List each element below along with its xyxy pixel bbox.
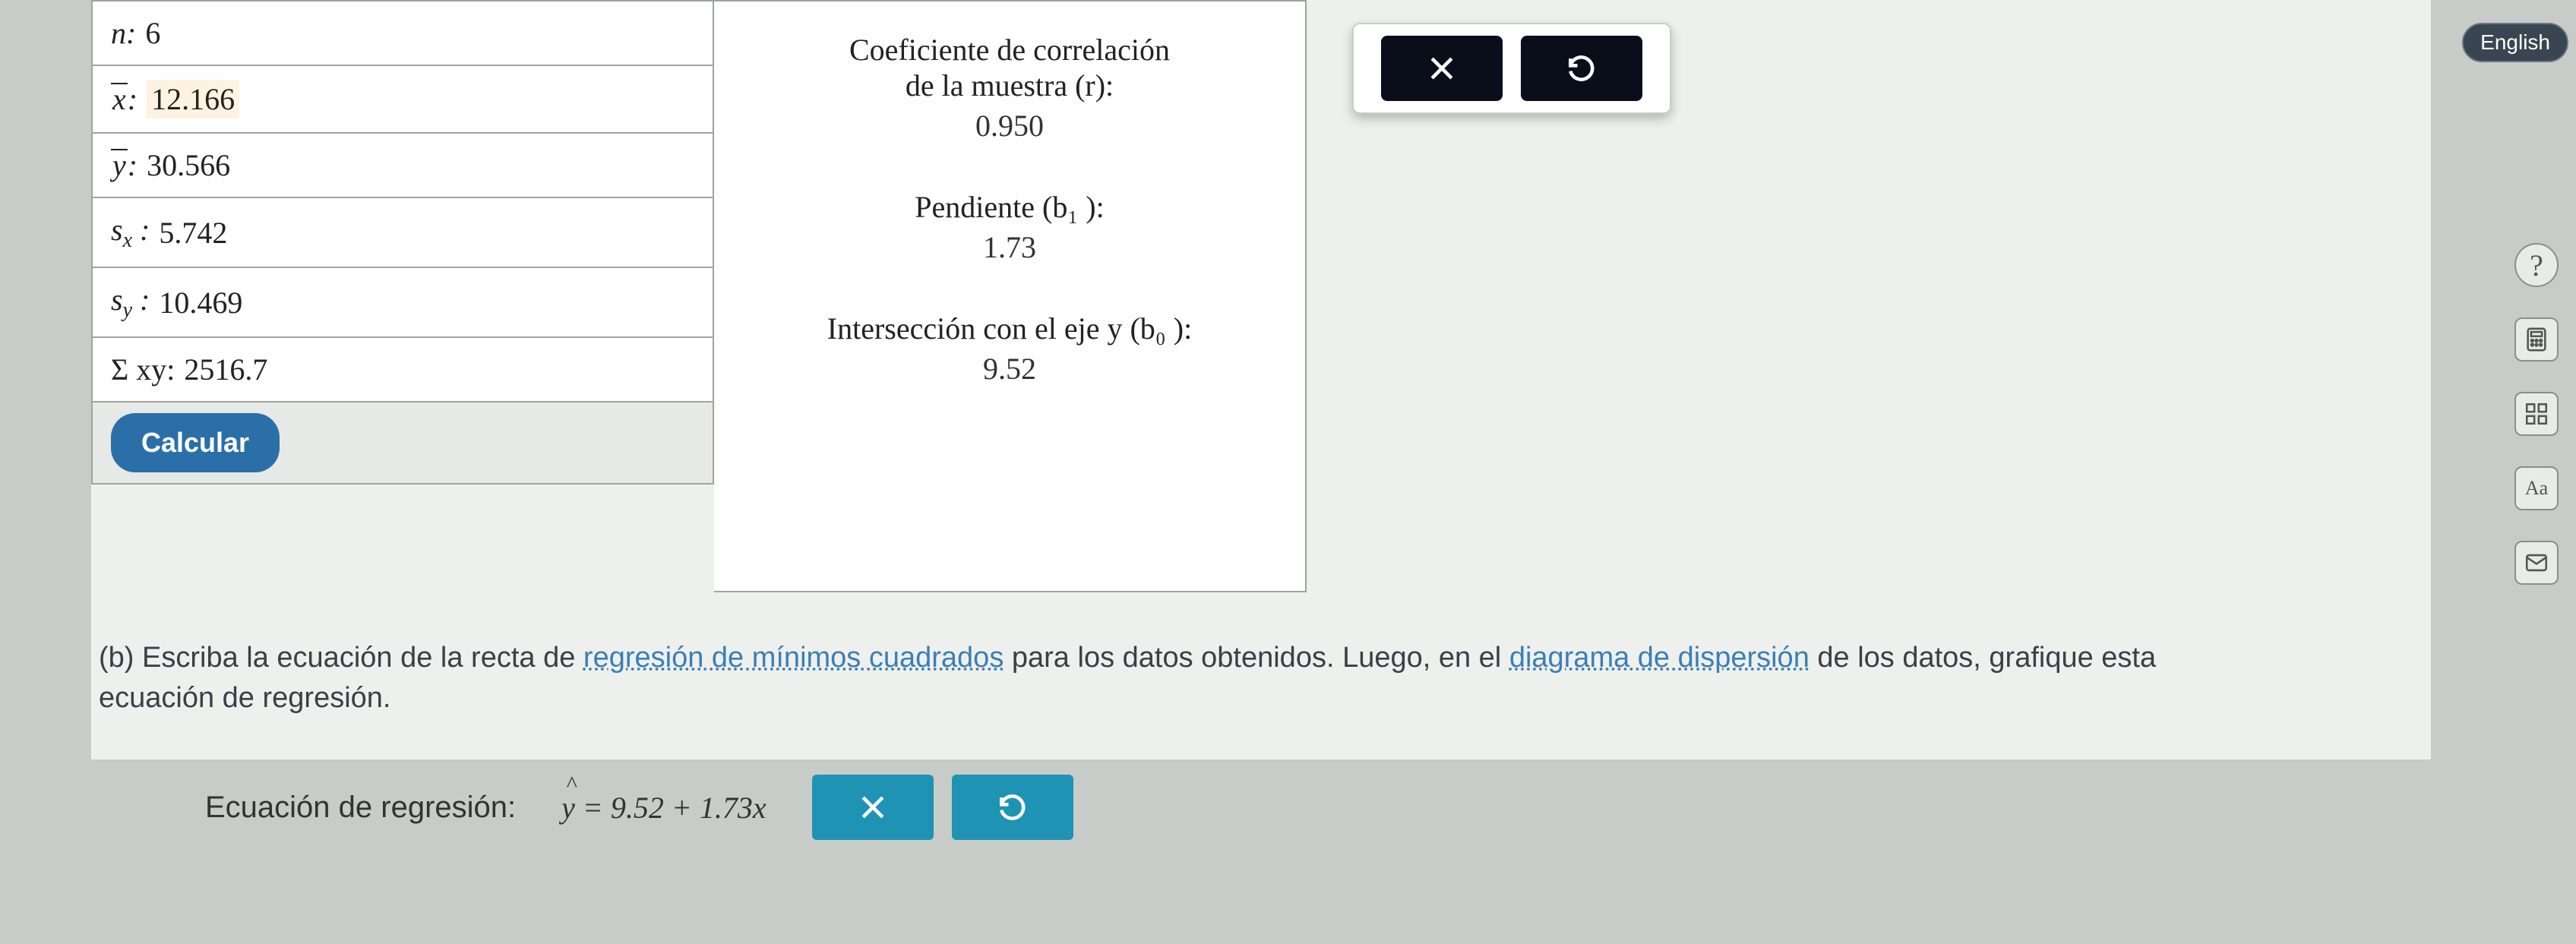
help-button[interactable]: ? [2514,243,2559,287]
mail-button[interactable] [2514,541,2559,585]
link-regression[interactable]: regresión de mínimos cuadrados [583,642,1004,674]
calc-row: Calcular [93,403,713,483]
part-label: (b) [99,642,134,674]
font-button[interactable]: Aa [2514,466,2559,510]
close-icon [1425,52,1459,85]
row-sy: sy : 10.469 [93,268,713,338]
sx-value: 5.742 [159,215,227,251]
question-b: (b) Escriba la ecuación de la recta de r… [99,638,2226,718]
r-value: 0.950 [729,108,1290,144]
eq-undo-button[interactable] [952,775,1073,840]
ybar-value: 30.566 [147,147,230,183]
undo-icon [1565,52,1598,85]
sy-value: 10.469 [159,285,242,320]
undo-button[interactable] [1521,36,1642,101]
sx-sub: x [123,229,132,252]
right-sidebar: ? Aa [2511,243,2562,585]
sumxy-value: 2516.7 [184,352,267,387]
result-b0: Intersección con el eje y (b₀ ): 9.52 [729,311,1290,387]
ybar-label: y [111,149,128,181]
q-text-2: para los datos obtenidos. Luego, en el [1004,642,1509,674]
row-ybar: y: 30.566 [93,134,713,198]
row-n: n: 6 [93,2,713,66]
n-value: 6 [145,15,160,51]
equation-expr: y = 9.52 + 1.73x [561,790,766,826]
equation-row: Ecuación de regresión: y = 9.52 + 1.73x [205,775,1073,840]
mail-icon [2524,550,2549,576]
answer-feedback-controls [1352,23,1671,114]
xbar-label: x [111,83,128,115]
row-xbar: x: 12.166 [93,66,713,134]
result-b1: Pendiente (b₁ ): 1.73 [729,189,1290,265]
q-text-1: Escriba la ecuación de la recta de [142,642,583,674]
equation-rhs: = 9.52 + 1.73x [583,791,766,825]
sy-sub: y [123,298,132,322]
r-label-1: Coeficiente de correlación [729,32,1290,68]
b0-label: Intersección con el eje y (b₀ ): [729,311,1290,346]
sy-base: s [111,283,123,317]
language-toggle[interactable]: English [2462,23,2568,62]
grid-icon [2524,401,2549,427]
n-label: n [111,16,126,50]
sumxy-label: Σ xy [111,352,166,387]
statistics-table: n: 6 x: 12.166 y: 30.566 sx : 5.742 sy :… [91,0,714,485]
link-scatterplot[interactable]: diagrama de dispersión [1509,642,1810,674]
row-sx: sx : 5.742 [93,198,713,268]
equation-controls [812,775,1073,840]
r-label-2: de la muestra (r): [729,68,1290,103]
sx-base: s [111,213,123,247]
b0-value: 9.52 [729,351,1290,387]
undo-icon [996,791,1029,824]
eq-close-button[interactable] [812,775,934,840]
equation-label: Ecuación de regresión: [205,791,516,825]
result-r: Coeficiente de correlación de la muestra… [729,32,1290,144]
calculator-icon [2524,327,2549,352]
close-button[interactable] [1381,36,1503,101]
results-panel: Coeficiente de correlación de la muestra… [714,0,1307,592]
grid-button[interactable] [2514,392,2559,436]
calculate-button[interactable]: Calcular [111,413,280,472]
b1-label: Pendiente (b₁ ): [729,189,1290,225]
b1-value: 1.73 [729,229,1290,265]
calculator-button[interactable] [2514,317,2559,361]
row-sumxy: Σ xy: 2516.7 [93,338,713,403]
xbar-value[interactable]: 12.166 [147,80,239,118]
close-icon [856,791,890,824]
